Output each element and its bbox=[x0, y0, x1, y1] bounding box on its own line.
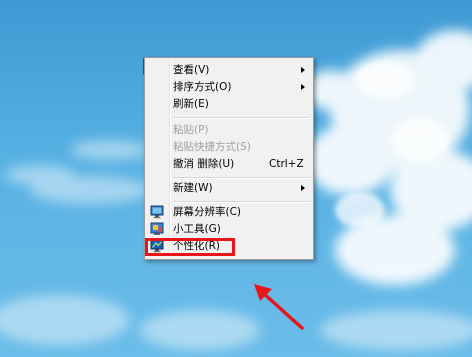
menu-item-label: 小工具(G) bbox=[173, 223, 221, 235]
submenu-arrow-icon bbox=[301, 185, 305, 191]
menu-item-sort-by[interactable]: 排序方式(O) bbox=[147, 79, 311, 96]
menu-item-label: 新建(W) bbox=[173, 182, 213, 194]
menu-item-label: 排序方式(O) bbox=[173, 81, 232, 93]
menu-item-new[interactable]: 新建(W) bbox=[147, 180, 311, 197]
menu-item-label: 撤消 删除(U) bbox=[173, 158, 235, 170]
menu-item-label: 屏幕分辨率(C) bbox=[173, 206, 242, 218]
menu-item-paste[interactable]: 粘贴(P) bbox=[147, 122, 311, 139]
menu-item-gadgets[interactable]: 小工具(G) bbox=[147, 221, 311, 238]
menu-item-label: 查看(V) bbox=[173, 64, 210, 76]
desktop-background[interactable]: 查看(V) 排序方式(O) 刷新(E) 粘贴(P) 粘贴快捷方式(S) 撤消 删… bbox=[0, 0, 472, 357]
submenu-arrow-icon bbox=[301, 84, 305, 90]
highlight-box bbox=[145, 238, 235, 256]
menu-item-shortcut: Ctrl+Z bbox=[269, 158, 304, 170]
menu-item-view[interactable]: 查看(V) bbox=[147, 62, 311, 79]
pointer-arrow-icon bbox=[254, 284, 304, 330]
gadgets-icon bbox=[150, 222, 164, 235]
desktop-context-menu: 查看(V) 排序方式(O) 刷新(E) 粘贴(P) 粘贴快捷方式(S) 撤消 删… bbox=[144, 57, 314, 260]
menu-item-screen-resolution[interactable]: 屏幕分辨率(C) bbox=[147, 204, 311, 221]
submenu-arrow-icon bbox=[301, 67, 305, 73]
menu-item-label: 粘贴(P) bbox=[173, 124, 209, 136]
menu-item-refresh[interactable]: 刷新(E) bbox=[147, 96, 311, 113]
menu-item-undo-delete[interactable]: 撤消 删除(U) Ctrl+Z bbox=[147, 156, 311, 173]
menu-separator bbox=[173, 177, 310, 179]
screen-resolution-icon bbox=[150, 205, 164, 219]
menu-item-paste-shortcut[interactable]: 粘贴快捷方式(S) bbox=[147, 139, 311, 156]
menu-item-label: 粘贴快捷方式(S) bbox=[173, 141, 251, 153]
menu-item-label: 刷新(E) bbox=[173, 98, 209, 110]
menu-separator bbox=[173, 201, 310, 203]
menu-separator bbox=[173, 117, 310, 119]
